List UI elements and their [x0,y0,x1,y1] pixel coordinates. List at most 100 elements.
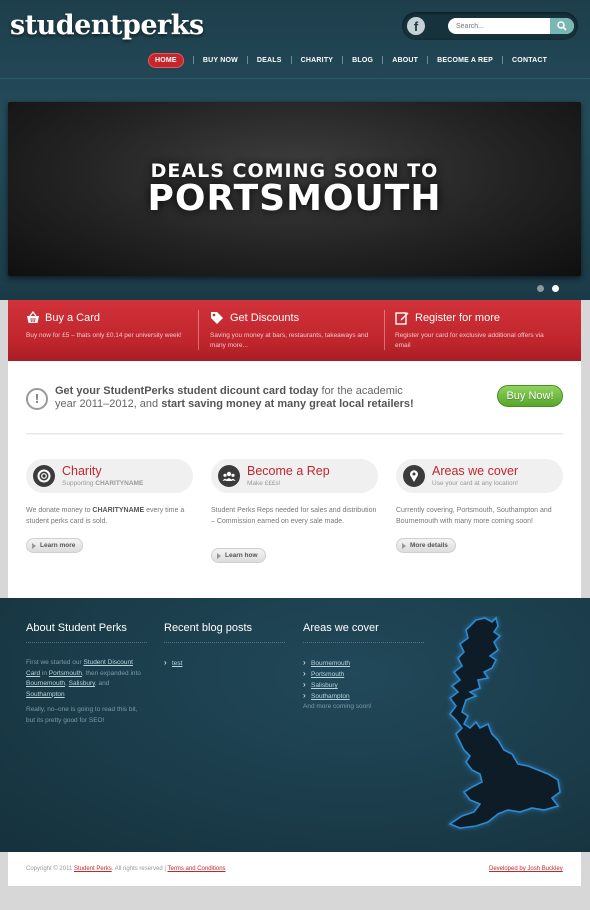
footer-about-title: About Student Perks [26,622,127,634]
nav-divider [427,56,429,64]
more-details-button[interactable]: More details [396,538,456,553]
nav-divider [290,56,292,64]
nav-blog[interactable]: BLOG [352,57,373,64]
about-text-b: in [40,669,49,677]
blog-post-link[interactable]: test [164,657,182,669]
feature-desc-register: Register your card for exclusive additio… [395,332,544,349]
terms-link[interactable]: Terms and Conditions [168,866,226,872]
feature-title-buy[interactable]: Buy a Card [45,312,100,324]
slide-city: PORTSMOUTH [147,178,442,219]
footer-blog-title: Recent blog posts [164,622,253,634]
link-salisbury[interactable]: Salisbury [69,680,95,687]
search-icon [557,21,567,31]
footer-divider [26,642,147,643]
about-text-e: , and [94,680,110,687]
facebook-icon[interactable]: f [407,17,425,35]
cta-text: Get your StudentPerks student dicount ca… [55,385,425,411]
areas-desc: Currently covering, Portsmouth, Southamp… [396,507,552,525]
hero-slider[interactable]: DEALS COMING SOON TO PORTSMOUTH [8,102,581,276]
area-link[interactable]: Southampton [303,690,350,702]
blog-post-title[interactable]: test [172,660,182,667]
footer-areas-title: Areas we cover [303,622,379,634]
nav-charity[interactable]: CHARITY [301,57,334,64]
area-name[interactable]: Bournemouth [311,660,350,667]
basket-icon [27,311,39,323]
search-button[interactable] [550,18,574,34]
feature-desc-discounts: Saving you money at bars, restaurants, t… [210,332,369,349]
area-link[interactable]: Salisbury [303,679,350,691]
site-logo[interactable]: studentperks [10,10,204,41]
charity-subtitle: Supporting CHARITYNAME [62,480,143,487]
blog-list: test [164,657,182,669]
slider-dot-2[interactable] [552,285,559,292]
group-icon [218,465,240,487]
areas-more-text: And more coming soon! [303,703,372,710]
about-text-a: First we started our [26,659,84,666]
charity-desc-name: CHARITYNAME [92,507,145,514]
area-name[interactable]: Portsmouth [311,671,344,678]
copyright-link[interactable]: Student Perks [74,866,112,872]
charity-subtitle-text: Supporting [62,480,96,487]
copyright: Copyright © 2011 Student Perks. All righ… [26,866,226,872]
rep-desc: Student Perks Reps needed for sales and … [211,507,377,525]
tag-icon [211,312,223,324]
nav-contact[interactable]: CONTACT [512,57,547,64]
footer-about-seo: Really, no–one is going to read this bit… [26,706,138,724]
copyright-rights: . All rights reserved | [111,866,168,872]
lifebuoy-icon [33,465,55,487]
area-name[interactable]: Salisbury [311,682,338,689]
slider-dot-1[interactable] [537,285,544,292]
areas-subtitle: Use your card at any location! [432,480,518,487]
areas-list: Bournemouth Portsmouth Salisbury Southam… [303,657,350,702]
charity-subtitle-name: CHARITYNAME [95,480,144,487]
nav-about[interactable]: ABOUT [392,57,418,64]
nav-divider [382,56,384,64]
main-nav: HOME BUY NOW DEALS CHARITY BLOG ABOUT BE… [148,52,547,68]
copyright-text: Copyright © 2011 [26,866,75,872]
rep-subtitle: Make £££s! [247,480,281,487]
cta-bold-1: Get your StudentPerks student dicount ca… [55,385,319,397]
charity-desc: We donate money to CHARITYNAME every tim… [26,506,196,527]
footer-divider [303,642,424,643]
charity-header: Charity Supporting CHARITYNAME [26,459,193,493]
feature-title-register[interactable]: Register for more [415,312,500,324]
area-link[interactable]: Bournemouth [303,657,350,669]
edit-icon [395,312,409,325]
buy-now-button[interactable]: Buy Now! [497,385,563,407]
developer-credit-link[interactable]: Developed by Josh Buckley [489,866,563,872]
footer-divider [164,642,285,643]
learn-more-button[interactable]: Learn more [26,538,84,553]
footer-about-text: First we started our Student Discount Ca… [26,658,148,700]
learn-how-button[interactable]: Learn how [211,548,266,563]
nav-deals[interactable]: DEALS [257,57,282,64]
charity-desc-pre: We donate money to [26,507,93,514]
about-text-c: , then expanded into [82,669,141,677]
area-name[interactable]: Southampton [311,693,350,700]
rep-header: Become a Rep Make £££s! [211,459,378,493]
feature-desc-buy: Buy now for £5 – thats only £0.14 per un… [26,332,182,339]
nav-divider [342,56,344,64]
area-link[interactable]: Portsmouth [303,668,350,680]
link-bournemouth[interactable]: Bournemouth [26,680,65,687]
areas-title[interactable]: Areas we cover [432,464,518,478]
nav-home[interactable]: HOME [148,52,184,68]
nav-divider [246,56,248,64]
search-input[interactable] [456,20,548,32]
nav-buy-now[interactable]: BUY NOW [203,57,238,64]
link-southampton[interactable]: Southampton [26,691,65,698]
areas-header: Areas we cover Use your card at any loca… [396,459,563,493]
nav-divider [502,56,504,64]
rep-title[interactable]: Become a Rep [247,464,330,478]
charity-title[interactable]: Charity [62,464,102,478]
exclamation-icon: ! [26,388,48,410]
link-portsmouth[interactable]: Portsmouth [49,670,82,677]
uk-map-icon [448,616,561,829]
map-pin-icon [403,465,425,487]
feature-divider [198,310,199,350]
feature-divider [384,310,385,350]
feature-title-discounts[interactable]: Get Discounts [230,312,299,324]
cta-bold-2: start saving money at many great local r… [161,398,414,410]
nav-become-a-rep[interactable]: BECOME A REP [437,57,493,64]
nav-divider [192,56,194,64]
divider [26,433,563,435]
